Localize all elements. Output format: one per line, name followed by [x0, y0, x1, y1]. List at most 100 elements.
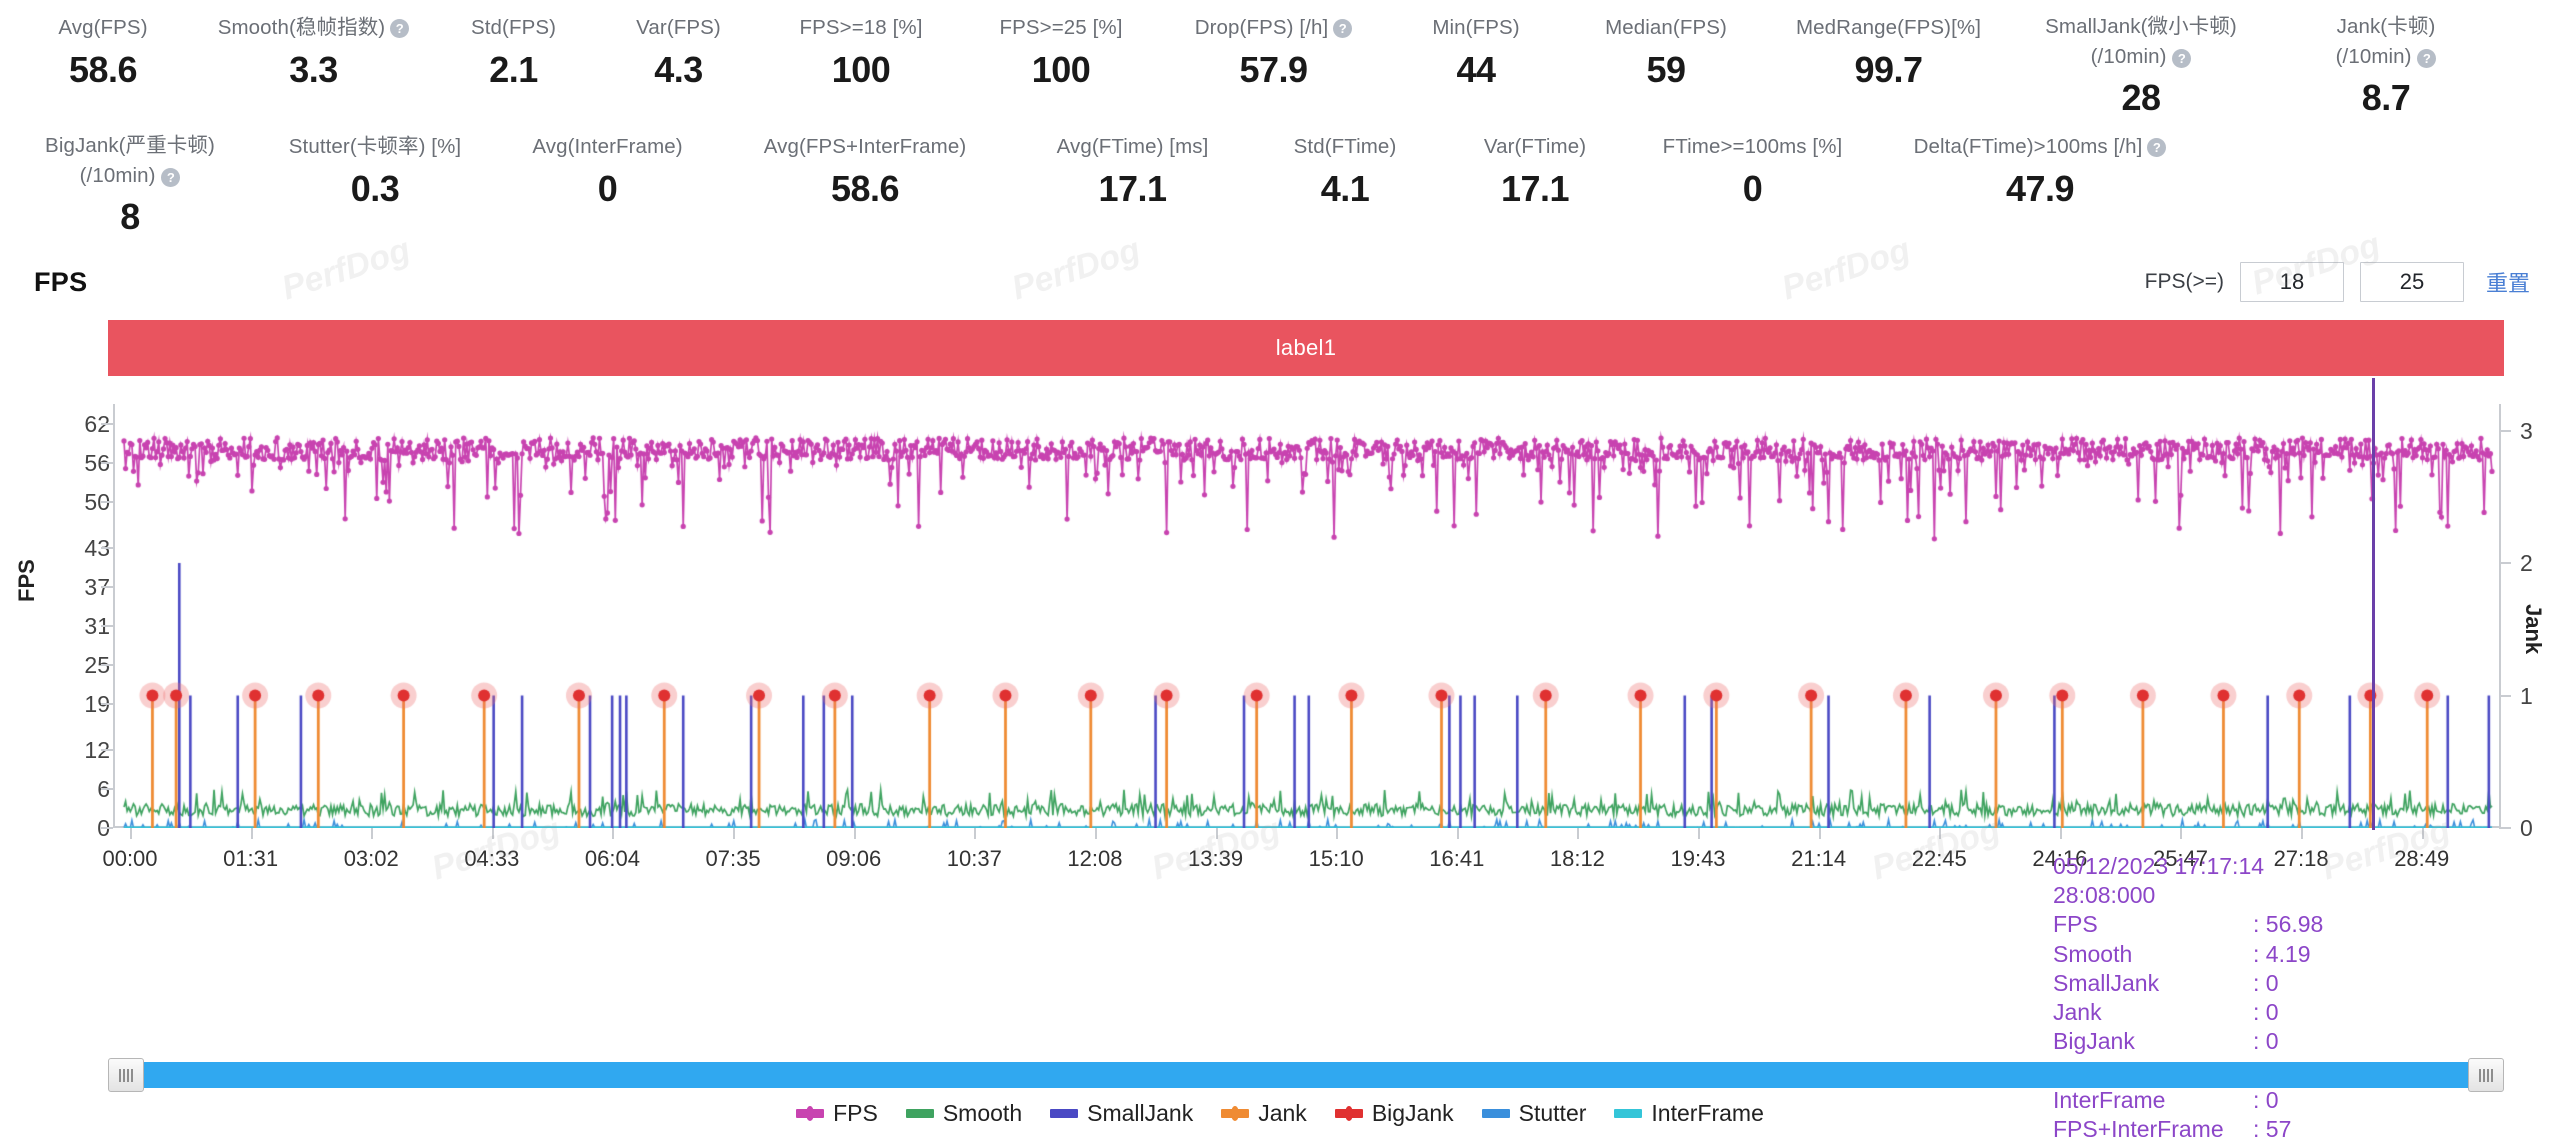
metrics-summary: Avg(FPS) 58.6 Smooth(稳帧指数)? 3.3 Std(FPS) 2.1 V… [0, 0, 2560, 240]
scrollbar-handle-right[interactable] [2468, 1058, 2504, 1092]
metric-label: SmallJank(微小卡顿) (/10min) ? [2011, 14, 2271, 69]
plot-area[interactable] [113, 404, 2501, 828]
metric-std-fps: Std(FPS) 2.1 [431, 14, 596, 93]
fps-chart[interactable]: label1 FPS Jank 061219253137435056620123… [0, 312, 2560, 1142]
metric-drop-fps-h: Drop(FPS) [/h]? 57.9 [1161, 14, 1386, 93]
y-axis-tick-label: 43 [84, 534, 110, 561]
legend-item-interframe[interactable]: InterFrame [1614, 1100, 1764, 1127]
legend-item-stutter[interactable]: Stutter [1481, 1100, 1586, 1127]
help-icon[interactable]: ? [2172, 49, 2192, 69]
legend-item-smooth[interactable]: Smooth [905, 1100, 1023, 1127]
metric-label: Avg(FTime) [ms] [1057, 133, 1209, 160]
x-axis-tick-label: 06:04 [584, 846, 640, 871]
metric-delta-ftime-100ms-h: Delta(FTime)>100ms [/h]? 47.9 [1875, 133, 2205, 212]
metric-ftime-100ms: FTime>=100ms [%] 0 [1630, 133, 1875, 212]
y-axis-tick-label: 6 [20, 776, 110, 803]
metric-bigjank: BigJank(严重卡顿) (/10min) ? 8 [10, 133, 250, 240]
metric-label: Avg(InterFrame) [532, 133, 682, 160]
legend-item-smalljank[interactable]: SmallJank [1050, 1100, 1193, 1127]
legend-swatch-icon [1050, 1109, 1079, 1118]
tooltip-elapsed: 28:08:000 [2053, 882, 2156, 909]
metric-value: 17.1 [1500, 168, 1570, 209]
reset-button[interactable]: 重置 [2486, 266, 2530, 298]
grip-icon [2479, 1068, 2493, 1082]
metric-label-text: FPS>=25 [%] [999, 16, 1123, 39]
metric-label-text: Std(FPS) [470, 16, 557, 39]
metric-label-text: Avg(FPS+InterFrame) [763, 135, 967, 158]
x-axis-tick [612, 828, 615, 839]
x-axis-tick [2180, 828, 2183, 839]
metric-label: Smooth(稳帧指数)? [218, 14, 410, 41]
x-axis-tick [1577, 828, 1580, 839]
x-axis-tick-label: 22:45 [1911, 846, 1967, 871]
x-axis-tick [733, 828, 736, 839]
metric-label-text: Smooth(稳帧指数) [217, 16, 386, 39]
help-icon[interactable]: ? [161, 168, 181, 188]
x-axis-tick-label: 10:37 [946, 846, 1002, 871]
metric-value: 2.1 [489, 49, 538, 90]
metric-fps-25: FPS>=25 [%] 100 [961, 14, 1161, 93]
y-axis-tick-label: 62 [84, 410, 110, 437]
x-axis-tick [1336, 828, 1339, 839]
tooltip-row: FPS: 56.98 [2053, 910, 2323, 939]
time-range-scrollbar[interactable] [108, 1058, 2504, 1092]
metric-label-text: Avg(FTime) [ms] [1056, 135, 1209, 158]
y-axis-tick-label: 37 [84, 573, 110, 600]
metric-label: Std(FPS) [471, 14, 556, 41]
metric-value: 8.7 [2361, 77, 2411, 118]
metric-label: Avg(FPS) [58, 14, 147, 41]
y-axis-tick-label: 19 [84, 691, 110, 718]
metric-label-text: Delta(FTime)>100ms [/h] [1913, 135, 2143, 158]
metric-label-text: Avg(InterFrame) [532, 135, 683, 158]
x-axis-tick [130, 828, 132, 839]
legend-item-fps[interactable]: FPS [796, 1100, 878, 1127]
fps-max-input[interactable] [2359, 262, 2464, 302]
x-axis-tick [1094, 828, 1097, 839]
legend-label: Smooth [942, 1100, 1023, 1126]
metric-value: 58.6 [68, 49, 138, 90]
legend-item-jank[interactable]: Jank [1221, 1100, 1307, 1127]
help-icon[interactable]: ? [2417, 49, 2437, 69]
x-axis-tick-label: 21:14 [1791, 846, 1847, 871]
x-axis-tick-label: 25:47 [2152, 846, 2209, 871]
fps-section-header: FPS FPS(>=) 重置 [0, 254, 2560, 310]
metric-label-line2: (/10min) ? [2011, 44, 2271, 69]
x-axis-tick [250, 828, 253, 839]
metric-var-fps: Var(FPS) 4.3 [596, 14, 761, 93]
y-axis-tick-label: 31 [84, 612, 110, 639]
metric-value: 44 [1456, 49, 1496, 90]
grip-icon [119, 1068, 133, 1082]
tooltip-key: Jank [2053, 999, 2102, 1026]
tooltip-row: SmallJank: 0 [2053, 969, 2323, 998]
y-axis-tick [101, 624, 113, 627]
y2-axis-tick-label: 0 [2520, 815, 2533, 841]
metric-medrange-fps: MedRange(FPS)[%] 99.7 [1766, 14, 2011, 93]
legend-label: InterFrame [1651, 1100, 1764, 1126]
scrollbar-handle-left[interactable] [108, 1058, 144, 1092]
x-axis-tick-label: 19:43 [1670, 846, 1726, 871]
metric-label-text: Var(FPS) [636, 16, 721, 39]
y-axis-tick-label: 50 [84, 488, 110, 515]
metric-label-line1: BigJank(严重卡顿) [45, 134, 215, 157]
plot-canvas[interactable] [115, 404, 2501, 828]
help-icon[interactable]: ? [1333, 19, 1353, 38]
fps-min-input[interactable] [2239, 262, 2344, 302]
metric-label: FPS>=18 [%] [799, 14, 922, 41]
legend-item-bigjank[interactable]: BigJank [1334, 1100, 1454, 1127]
x-axis-tick [491, 828, 494, 839]
legend-swatch-icon [905, 1109, 934, 1118]
label-banner[interactable]: label1 [108, 320, 2504, 376]
metric-label-text: FTime>=100ms [%] [1662, 135, 1843, 158]
metric-value: 47.9 [2005, 168, 2075, 209]
y-axis-tick [101, 422, 113, 425]
metric-label-text: Var(FTime) [1483, 135, 1587, 158]
help-icon[interactable]: ? [2147, 138, 2167, 157]
y2-axis-tick [2499, 562, 2511, 564]
scrollbar-track[interactable] [108, 1062, 2504, 1088]
help-icon[interactable]: ? [390, 19, 410, 38]
metrics-row-2: BigJank(严重卡顿) (/10min) ? 8 Stutter(卡顿率) [%]… [0, 121, 2560, 240]
y-axis-tick-label: 56 [84, 449, 110, 476]
y-axis-label-right: Jank [2521, 604, 2546, 655]
y-axis-tick [101, 703, 113, 706]
cursor-line [2372, 378, 2375, 830]
